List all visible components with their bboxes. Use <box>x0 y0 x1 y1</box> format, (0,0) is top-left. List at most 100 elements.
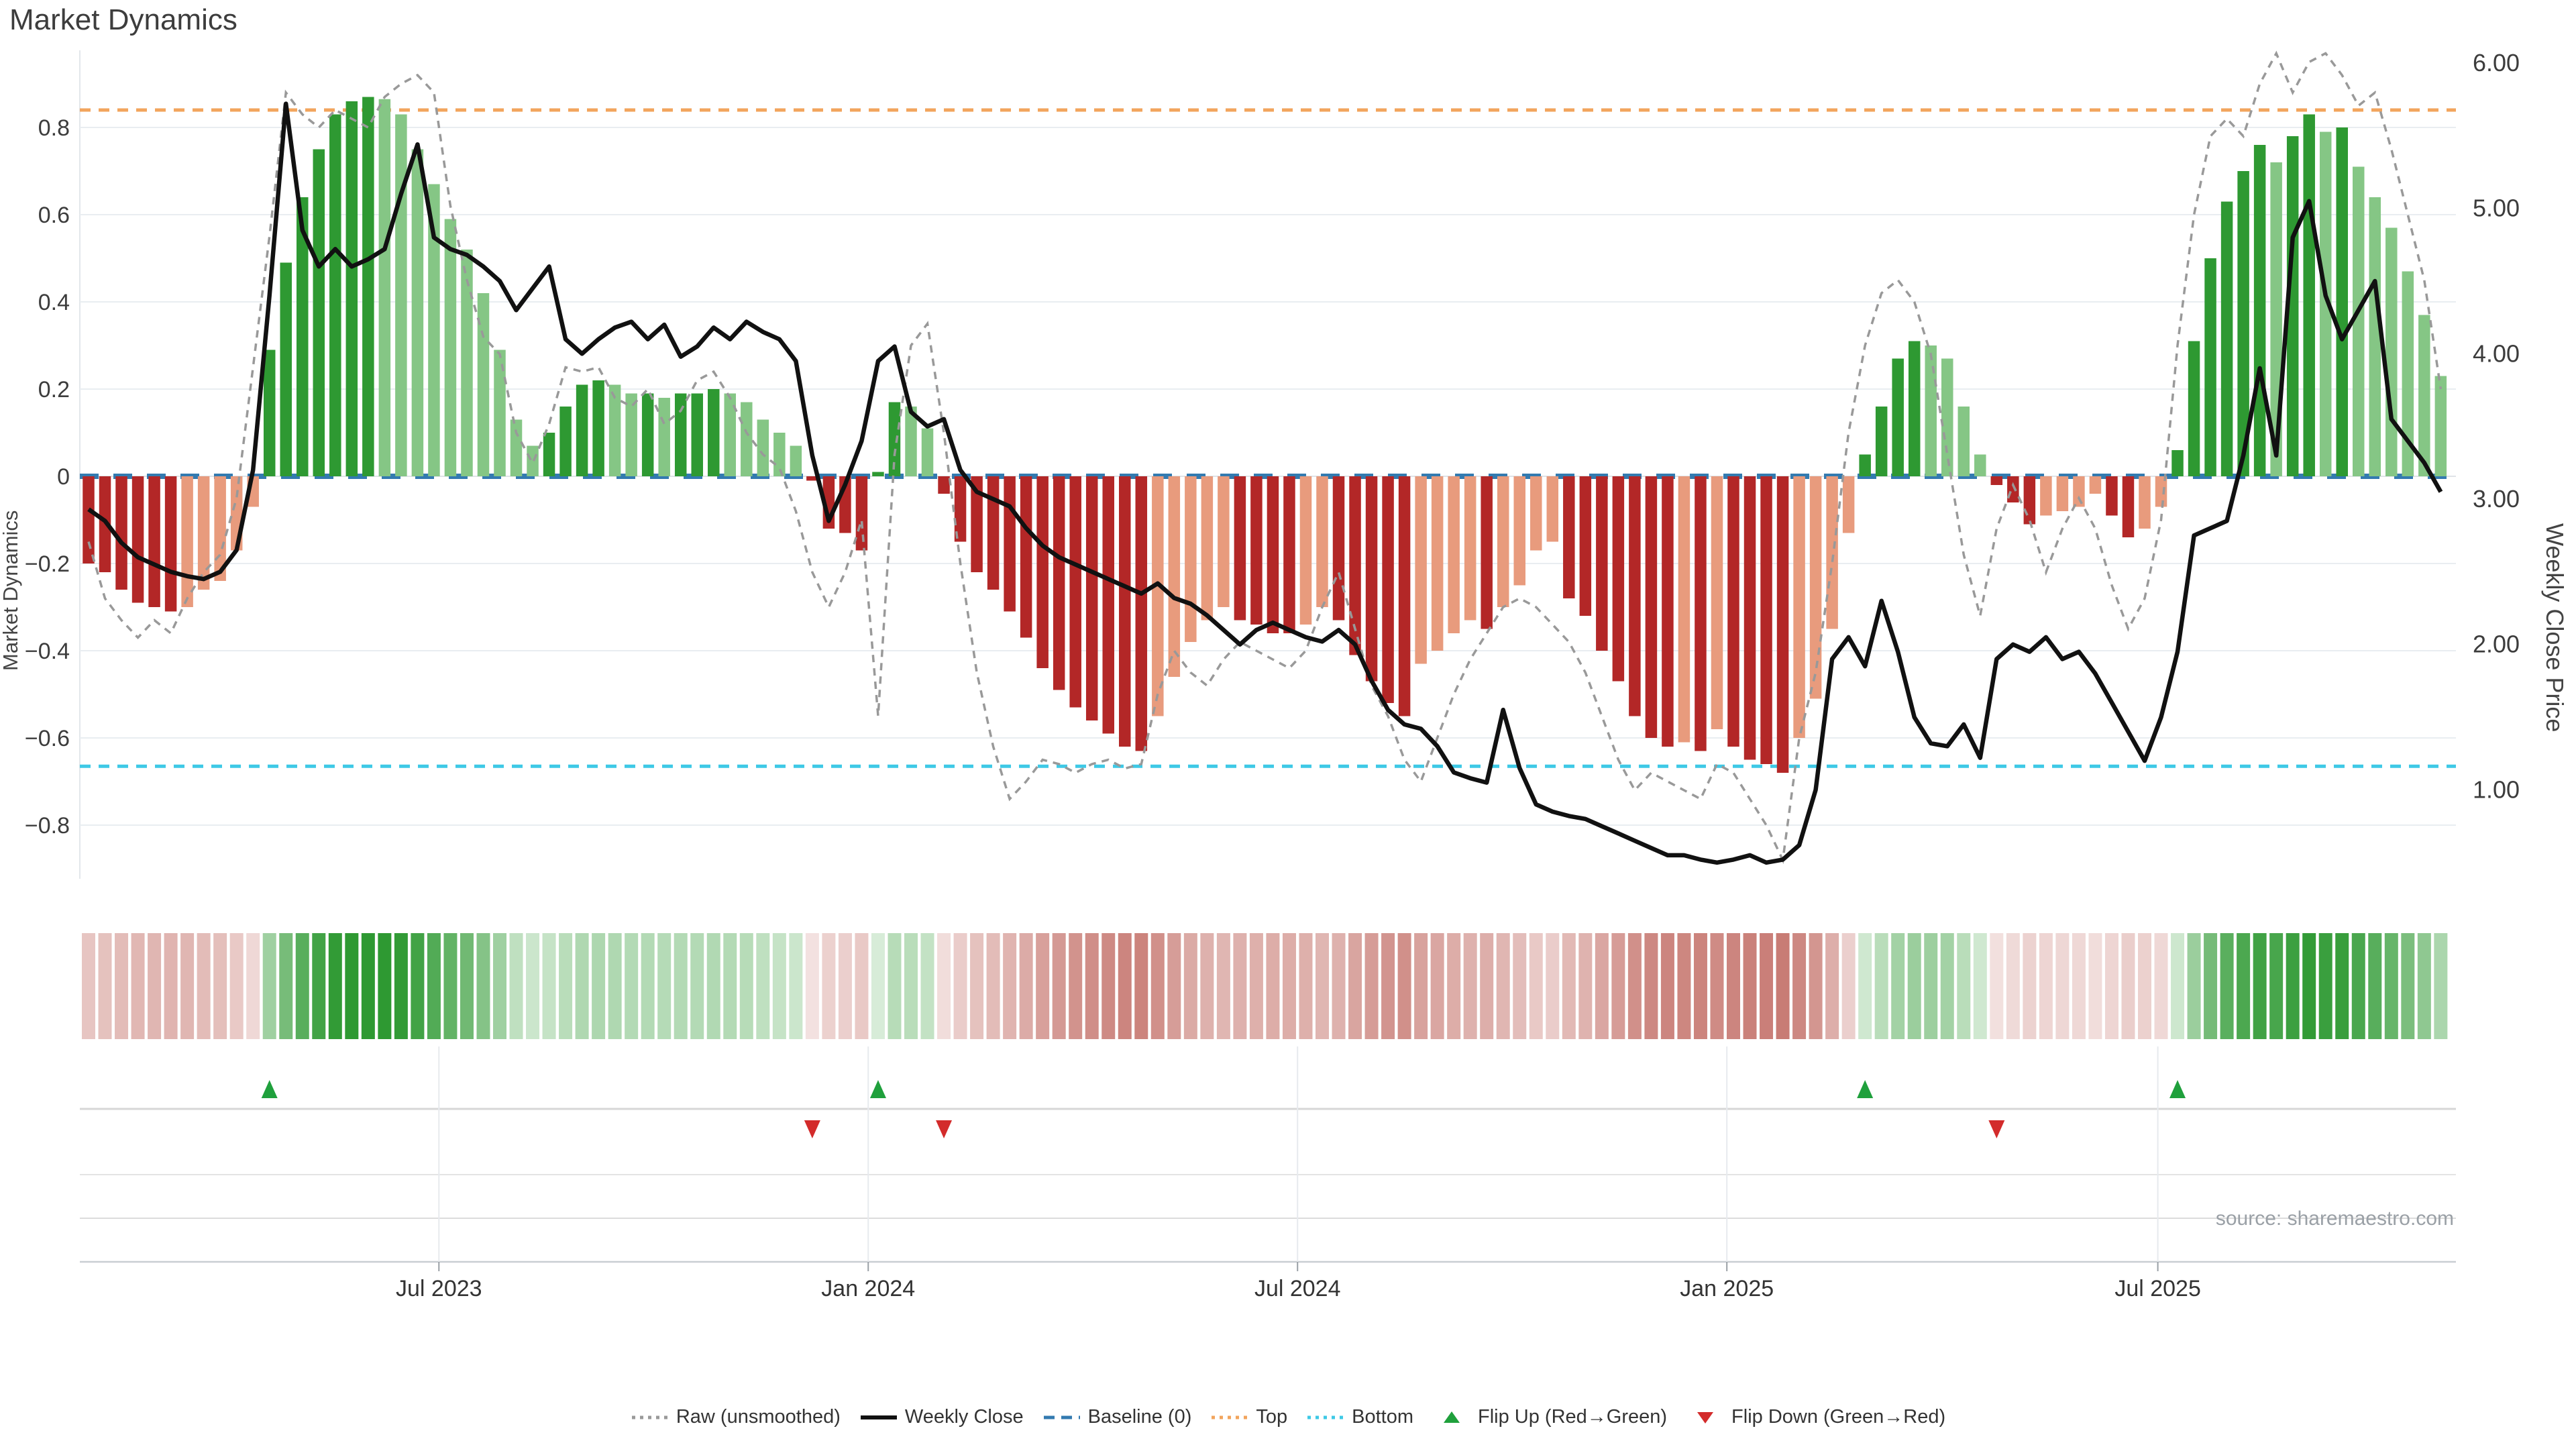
heatmap-cell[interactable] <box>871 933 885 1039</box>
heatmap-cell[interactable] <box>2006 933 2020 1039</box>
dynamics-bar[interactable] <box>2040 476 2052 516</box>
dynamics-bar[interactable] <box>2303 115 2315 477</box>
heatmap-cell[interactable] <box>839 933 852 1039</box>
heatmap-cell[interactable] <box>576 933 589 1039</box>
heatmap-cell[interactable] <box>1776 933 1790 1039</box>
heatmap-cell[interactable] <box>1792 933 1806 1039</box>
dynamics-bar[interactable] <box>741 402 753 477</box>
heatmap-cell[interactable] <box>1085 933 1099 1039</box>
dynamics-bar[interactable] <box>2435 376 2447 477</box>
heatmap-cell[interactable] <box>1710 933 1723 1039</box>
dynamics-bar[interactable] <box>1036 476 1049 668</box>
dynamics-bar[interactable] <box>675 394 687 477</box>
heatmap-cell[interactable] <box>559 933 572 1039</box>
dynamics-bar[interactable] <box>1613 476 1625 682</box>
dynamics-bar[interactable] <box>313 150 325 477</box>
heatmap-cell[interactable] <box>1628 933 1642 1039</box>
heatmap-cell[interactable] <box>1464 933 1477 1039</box>
heatmap-cell[interactable] <box>296 933 309 1039</box>
heatmap-cell[interactable] <box>1365 933 1379 1039</box>
dynamics-bar[interactable] <box>1711 476 1723 729</box>
heatmap-cell[interactable] <box>674 933 688 1039</box>
heatmap-cell[interactable] <box>1825 933 1839 1039</box>
dynamics-bar[interactable] <box>1300 476 1312 625</box>
dynamics-bar[interactable] <box>1958 407 1970 476</box>
heatmap-cell[interactable] <box>197 933 211 1039</box>
heatmap-cell[interactable] <box>1809 933 1823 1039</box>
heatmap-cell[interactable] <box>1348 933 1362 1039</box>
dynamics-bar[interactable] <box>1530 476 1542 551</box>
heatmap-cell[interactable] <box>2319 933 2332 1039</box>
dynamics-bar[interactable] <box>280 263 292 477</box>
heatmap-cell[interactable] <box>1217 933 1230 1039</box>
dynamics-bar[interactable] <box>1366 476 1378 682</box>
dynamics-bar[interactable] <box>346 101 358 476</box>
dynamics-bar[interactable] <box>592 380 604 476</box>
dynamics-bar[interactable] <box>148 476 160 607</box>
heatmap-cell[interactable] <box>707 933 720 1039</box>
dynamics-bar[interactable] <box>132 476 144 603</box>
heatmap-cell[interactable] <box>1381 933 1395 1039</box>
legend-item[interactable]: Flip Down (Green→Red) <box>1686 1406 1945 1428</box>
dynamics-bar[interactable] <box>165 476 177 612</box>
heatmap-cell[interactable] <box>2237 933 2250 1039</box>
heatmap-cell[interactable] <box>608 933 622 1039</box>
heatmap-cell[interactable] <box>427 933 441 1039</box>
heatmap-cell[interactable] <box>1990 933 2003 1039</box>
heatmap-cell[interactable] <box>773 933 786 1039</box>
dynamics-bar[interactable] <box>1563 476 1575 598</box>
dynamics-bar[interactable] <box>1580 476 1592 616</box>
dynamics-bar[interactable] <box>2418 315 2430 477</box>
heatmap-cell[interactable] <box>1858 933 1872 1039</box>
legend-item[interactable]: Flip Up (Red→Green) <box>1432 1406 1667 1428</box>
dynamics-bar[interactable] <box>1201 476 1214 621</box>
heatmap-cell[interactable] <box>2171 933 2184 1039</box>
heatmap-cell[interactable] <box>1020 933 1033 1039</box>
dynamics-bar[interactable] <box>922 429 934 477</box>
dynamics-bar[interactable] <box>987 476 1000 590</box>
heatmap-cell[interactable] <box>1332 933 1346 1039</box>
legend-item[interactable]: Raw (unsmoothed) <box>631 1406 841 1428</box>
heatmap-cell[interactable] <box>543 933 556 1039</box>
heatmap-cell[interactable] <box>1842 933 1856 1039</box>
dynamics-bar[interactable] <box>2385 228 2398 477</box>
dynamics-bar[interactable] <box>1004 476 1016 612</box>
heatmap-cell[interactable] <box>2055 933 2069 1039</box>
heatmap-cell[interactable] <box>2269 933 2283 1039</box>
heatmap-cell[interactable] <box>855 933 868 1039</box>
dynamics-bar[interactable] <box>2024 476 2036 525</box>
heatmap-cell[interactable] <box>641 933 655 1039</box>
dynamics-bar[interactable] <box>2090 476 2102 494</box>
heatmap-cell[interactable] <box>1743 933 1757 1039</box>
heatmap-cell[interactable] <box>115 933 128 1039</box>
dynamics-bar[interactable] <box>362 97 374 477</box>
dynamics-bar[interactable] <box>1826 476 1838 629</box>
dynamics-bar[interactable] <box>1053 476 1065 690</box>
dynamics-bar[interactable] <box>1760 476 1772 764</box>
dynamics-bar[interactable] <box>1991 476 2003 485</box>
dynamics-bar[interactable] <box>1102 476 1114 734</box>
heatmap-cell[interactable] <box>1069 933 1082 1039</box>
dynamics-bar[interactable] <box>708 389 720 476</box>
heatmap-cell[interactable] <box>592 933 605 1039</box>
heatmap-cell[interactable] <box>1102 933 1115 1039</box>
heatmap-cell[interactable] <box>1611 933 1625 1039</box>
heatmap-cell[interactable] <box>246 933 260 1039</box>
dynamics-bar[interactable] <box>625 394 637 477</box>
dynamics-bar[interactable] <box>2106 476 2118 516</box>
heatmap-cell[interactable] <box>937 933 951 1039</box>
heatmap-cell[interactable] <box>2088 933 2102 1039</box>
heatmap-cell[interactable] <box>789 933 802 1039</box>
heatmap-cell[interactable] <box>1529 933 1543 1039</box>
heatmap-cell[interactable] <box>526 933 539 1039</box>
dynamics-bar[interactable] <box>1777 476 1789 773</box>
heatmap-cell[interactable] <box>394 933 408 1039</box>
heatmap-cell[interactable] <box>1299 933 1312 1039</box>
flip-down-marker[interactable] <box>936 1120 952 1138</box>
dynamics-bar[interactable] <box>1382 476 1394 703</box>
dynamics-bar[interactable] <box>511 420 523 477</box>
heatmap-cell[interactable] <box>1167 933 1181 1039</box>
heatmap-cell[interactable] <box>625 933 638 1039</box>
heatmap-cell[interactable] <box>657 933 671 1039</box>
heatmap-cell[interactable] <box>1233 933 1246 1039</box>
